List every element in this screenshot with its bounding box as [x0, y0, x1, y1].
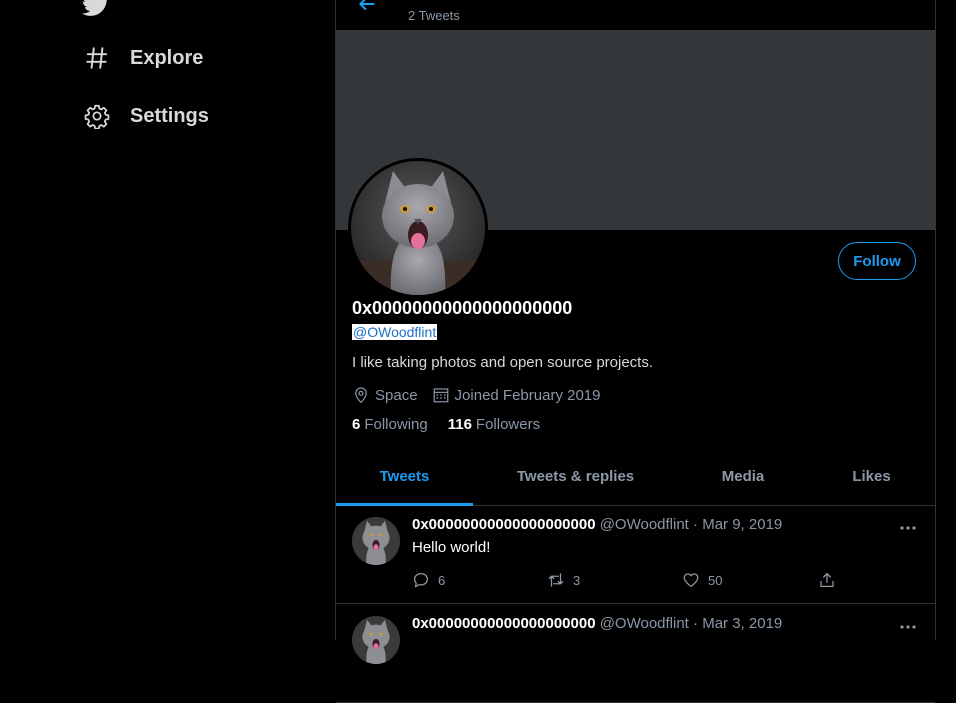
- tab-tweets-and-replies[interactable]: Tweets & replies: [473, 448, 678, 505]
- tweet-item[interactable]: 0x00000000000000000000 @OWoodflint · Mar…: [336, 505, 935, 604]
- profile-meta: Space Joined February 2019: [352, 386, 614, 404]
- tweet-author-name[interactable]: 0x00000000000000000000: [412, 615, 596, 632]
- retweet-icon: [548, 573, 564, 587]
- retweet-button[interactable]: 3: [547, 571, 580, 589]
- share-button[interactable]: [818, 571, 836, 589]
- retweet-count: 3: [573, 572, 581, 588]
- profile-handle[interactable]: @OWoodflint: [352, 324, 438, 340]
- profile-header-bar: 2 Tweets: [336, 0, 935, 30]
- heart-icon: [683, 573, 699, 588]
- tweet-item[interactable]: 0x00000000000000000000 @OWoodflint · Mar…: [336, 604, 935, 703]
- tweet-text: Hello world!: [412, 539, 491, 556]
- cat-avatar-image: [351, 161, 485, 295]
- tweet-author-handle[interactable]: @OWoodflint: [600, 516, 689, 533]
- followers-count: 116: [447, 416, 472, 433]
- cat-avatar-image: [352, 616, 400, 664]
- share-icon: [820, 572, 834, 588]
- profile-avatar[interactable]: [348, 158, 488, 298]
- profile-column: 2 Tweets Follow 0x00000000000000000000 @…: [335, 0, 936, 703]
- calendar-icon: [433, 388, 448, 403]
- profile-joined-date: Joined February 2019: [454, 386, 601, 404]
- more-options-icon[interactable]: [898, 521, 918, 535]
- sidebar-item-label: Explore: [130, 46, 204, 69]
- twitter-bird-icon[interactable]: [82, 0, 110, 18]
- following-label: Following: [364, 416, 428, 433]
- tweet-avatar[interactable]: [352, 517, 400, 565]
- tab-likes[interactable]: Likes: [808, 448, 935, 505]
- tweet-date[interactable]: Mar 3, 2019: [702, 615, 782, 632]
- profile-display-name: 0x00000000000000000000: [352, 298, 573, 318]
- follow-stats: 6 Following 116 Followers: [352, 416, 560, 433]
- reply-count: 6: [438, 572, 446, 588]
- sidebar-item-settings[interactable]: Settings: [84, 101, 209, 131]
- profile-location: Space: [375, 386, 418, 404]
- tweet-author-name[interactable]: 0x00000000000000000000: [412, 516, 596, 533]
- like-count: 50: [708, 572, 723, 588]
- tweet-avatar[interactable]: [352, 616, 400, 664]
- more-options-icon[interactable]: [898, 620, 918, 634]
- tab-tweets[interactable]: Tweets: [336, 448, 473, 506]
- following-count: 6: [352, 416, 361, 433]
- tweet-header: 0x00000000000000000000 @OWoodflint · Mar…: [412, 516, 782, 533]
- profile-bio: I like taking photos and open source pro…: [352, 354, 654, 371]
- like-button[interactable]: 50: [682, 571, 722, 589]
- sidebar-item-label: Settings: [130, 104, 209, 127]
- reply-button[interactable]: 6: [412, 571, 445, 589]
- sidebar-item-explore[interactable]: Explore: [84, 43, 203, 73]
- separator-dot: ·: [693, 516, 699, 533]
- location-pin-icon: [355, 387, 367, 404]
- followers-label: Followers: [475, 416, 541, 433]
- profile-tabs: Tweets Tweets & replies Media Likes: [336, 448, 935, 506]
- hashtag-icon: [86, 47, 108, 69]
- tweet-date[interactable]: Mar 9, 2019: [702, 516, 782, 533]
- following-link[interactable]: 6 Following: [352, 416, 428, 433]
- follow-button[interactable]: Follow: [838, 242, 916, 280]
- separator-dot: ·: [693, 615, 699, 632]
- arrow-left-icon[interactable]: [356, 0, 378, 14]
- gear-icon: [84, 104, 110, 129]
- reply-icon: [413, 572, 429, 588]
- tweet-actions: 6 3 50: [412, 571, 872, 591]
- tweet-author-handle[interactable]: @OWoodflint: [600, 615, 689, 632]
- tab-media[interactable]: Media: [678, 448, 808, 505]
- followers-link[interactable]: 116 Followers: [448, 416, 540, 433]
- cat-avatar-image: [352, 517, 400, 565]
- tweet-header: 0x00000000000000000000 @OWoodflint · Mar…: [412, 615, 782, 632]
- tweet-count: 2 Tweets: [408, 8, 460, 23]
